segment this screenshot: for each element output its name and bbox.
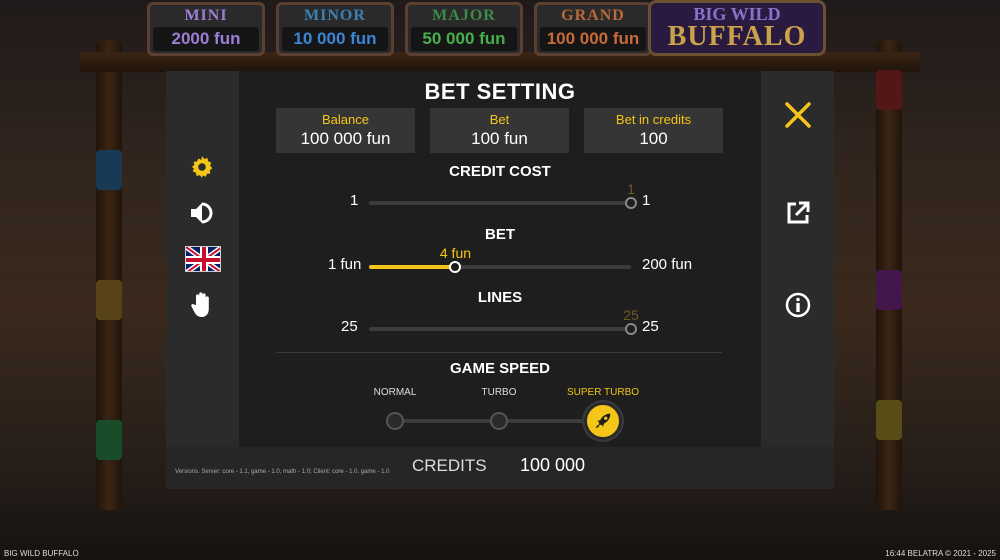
dialog-title: BET SETTING: [424, 79, 576, 104]
hand-icon: [191, 292, 209, 317]
speed-option-normal[interactable]: [386, 412, 404, 430]
jackpot-major-value: 50 000 fun: [411, 27, 517, 51]
credits-bar: Versions. Server: core - 1.1, game - 1.0…: [166, 447, 834, 489]
external-link-icon: [787, 201, 810, 224]
jackpot-minor-name: MINOR: [304, 7, 366, 24]
jackpot-grand: GRAND 100 000 fun: [534, 2, 652, 56]
info-icon: [785, 292, 811, 318]
lines-track[interactable]: 25: [369, 307, 639, 335]
lines-knob[interactable]: [625, 323, 637, 335]
close-button[interactable]: [778, 95, 818, 135]
jackpot-major: MAJOR 50 000 fun: [405, 2, 523, 56]
hand-button[interactable]: [186, 289, 218, 321]
bet-value: 100 fun: [471, 129, 528, 148]
bet-label: Bet: [489, 112, 510, 127]
bet-track[interactable]: 4 fun: [369, 245, 631, 273]
speed-label-super-turbo: SUPER TURBO: [566, 387, 640, 398]
bet-slider[interactable]: 1 fun 4 fun 200 fun: [316, 245, 696, 276]
info-button[interactable]: [780, 287, 816, 323]
lines-current: 25: [623, 307, 639, 323]
jackpot-mini-name: MINI: [184, 7, 228, 24]
section-divider: [276, 352, 722, 353]
credit-cost-fill: [369, 201, 631, 205]
settings-button[interactable]: [186, 151, 218, 183]
lines-min: 25: [341, 318, 358, 335]
game-logo: BIG WILD BUFFALO: [648, 0, 826, 56]
version-text: Versions. Server: core - 1.1, game - 1.0…: [175, 469, 390, 475]
bet-title: BET: [485, 226, 515, 243]
bet-box: Bet 100 fun: [430, 108, 569, 153]
bet-in-credits-box: Bet in credits 100: [584, 108, 723, 153]
external-link-button[interactable]: [780, 195, 816, 231]
language-button[interactable]: [184, 245, 222, 273]
lines-fill: [369, 327, 631, 331]
speed-label-turbo: TURBO: [481, 387, 517, 398]
bet-in-credits-label: Bet in credits: [615, 112, 692, 127]
jackpot-bar: MINI 2000 fun MINOR 10 000 fun MAJOR 50 …: [147, 2, 652, 56]
bet-knob[interactable]: [449, 261, 462, 273]
lines-max: 25: [642, 318, 659, 335]
bet-setting-dialog: BET SETTING Balance 100 000 fun Bet 100 …: [166, 71, 834, 489]
jackpot-minor: MINOR 10 000 fun: [276, 2, 394, 56]
speed-label-normal: NORMAL: [373, 387, 417, 398]
speed-option-turbo[interactable]: [490, 412, 508, 430]
jackpot-major-name: MAJOR: [432, 7, 496, 24]
speed-option-super-turbo[interactable]: [584, 402, 622, 440]
close-icon: [785, 102, 811, 128]
jackpot-minor-value: 10 000 fun: [282, 27, 388, 51]
jackpot-grand-name: GRAND: [561, 7, 625, 24]
balance-box: Balance 100 000 fun: [276, 108, 415, 153]
bet-fill: [369, 265, 456, 269]
credit-cost-track[interactable]: 1: [369, 181, 637, 209]
credit-cost-slider[interactable]: 1 1 1: [316, 181, 696, 212]
uk-flag-icon: [185, 246, 221, 272]
bet-current: 4 fun: [439, 245, 472, 261]
jackpot-grand-value: 100 000 fun: [540, 27, 646, 51]
footer-game-name: BIG WILD BUFFALO: [4, 549, 79, 558]
sound-icon: [191, 202, 213, 224]
footer-copyright: 16:44 BELATRA © 2021 - 2025: [885, 549, 996, 558]
credit-cost-max: 1: [642, 192, 651, 209]
sound-button[interactable]: [186, 197, 218, 229]
credit-cost-title: CREDIT COST: [449, 163, 551, 180]
gear-icon: [191, 156, 213, 178]
credit-cost-min: 1: [350, 192, 359, 209]
credit-cost-knob[interactable]: [625, 197, 637, 209]
lines-slider[interactable]: 25 25 25: [316, 307, 696, 338]
balance-label: Balance: [322, 112, 369, 127]
credits-value: 100 000: [520, 455, 586, 475]
game-speed-title: GAME SPEED: [449, 360, 551, 377]
credit-cost-current: 1: [627, 181, 635, 197]
bet-min: 1 fun: [328, 256, 362, 273]
rocket-icon: [595, 413, 611, 429]
credits-label: CREDITS: [412, 456, 487, 475]
bet-max: 200 fun: [642, 256, 693, 273]
bet-in-credits-value: 100: [639, 129, 668, 148]
lines-title: LINES: [477, 289, 523, 306]
logo-line2: BUFFALO: [667, 21, 807, 52]
jackpot-mini-value: 2000 fun: [153, 27, 259, 51]
jackpot-mini: MINI 2000 fun: [147, 2, 265, 56]
balance-value: 100 000 fun: [300, 129, 391, 148]
